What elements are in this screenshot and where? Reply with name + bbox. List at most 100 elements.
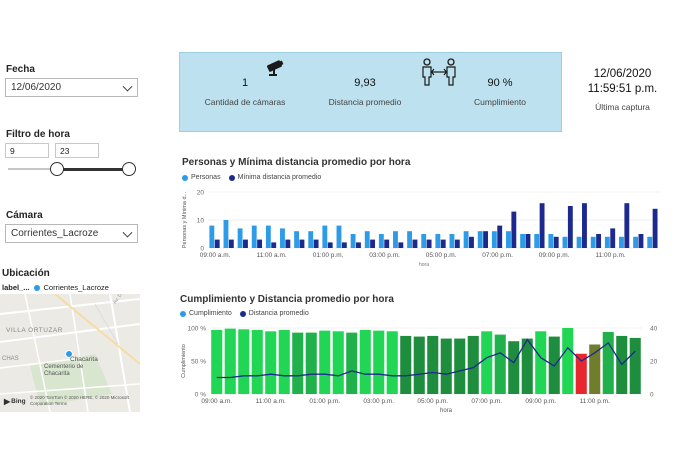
chart1-bar-personas bbox=[548, 234, 554, 248]
chart2-bar-cumplimiento bbox=[359, 329, 371, 394]
chart1-x-tick-label: 09:00 a.m. bbox=[200, 252, 231, 259]
chart2-bar-cumplimiento bbox=[494, 334, 506, 394]
chart1-bar-distancia bbox=[426, 239, 432, 248]
chart2-x-tick-label: 09:00 a.m. bbox=[201, 398, 232, 405]
chart2-legend-item-2[interactable]: Distancia promedio bbox=[239, 310, 309, 317]
chart1-bar-personas bbox=[336, 225, 342, 248]
chart1-bar-distancia bbox=[454, 239, 460, 248]
capture-time: 11:59:51 p.m. bbox=[587, 83, 658, 95]
chart2-bar-cumplimiento bbox=[292, 332, 304, 394]
map-legend-field: label_... bbox=[2, 283, 30, 292]
chart1-bar-distancia bbox=[582, 203, 587, 248]
chart1-x-tick-label: 09:00 p.m. bbox=[539, 252, 570, 259]
date-dropdown[interactable]: 12/06/2020 bbox=[5, 78, 138, 97]
chart1-bar-distancia bbox=[567, 206, 573, 248]
chart2-legend-item-1[interactable]: Cumplimiento bbox=[180, 310, 232, 317]
distance-kpi-value: 9,93 bbox=[354, 77, 376, 89]
chart2-bar-cumplimiento bbox=[386, 331, 398, 394]
chart1-bar-distancia bbox=[257, 239, 263, 248]
chart2-y-axis-label: Cumplimiento bbox=[181, 344, 187, 378]
compliance-kpi-caption: Cumplimiento bbox=[474, 97, 526, 107]
chart1-bar-personas bbox=[393, 231, 398, 248]
chart1-bar-personas bbox=[280, 228, 285, 248]
bing-icon: ▶ bbox=[4, 397, 11, 406]
chart2-x-tick-label: 01:00 p.m. bbox=[309, 398, 340, 405]
chart2-plot[interactable]: 0 %50 %100 %02040Cumplimiento09:00 a.m. 1… bbox=[176, 320, 672, 416]
map-label-cementerio: Cementerio de Chacarita bbox=[44, 364, 84, 377]
chart2-bar-cumplimiento bbox=[575, 353, 587, 394]
camera-dropdown[interactable]: Corrientes_Lacroze bbox=[5, 224, 138, 243]
chart1-bar-personas bbox=[562, 236, 568, 248]
chart1-bar-distancia bbox=[610, 228, 616, 248]
chart2-bar-cumplimiento bbox=[454, 338, 466, 394]
chart1-bar-personas bbox=[590, 236, 596, 248]
chart1-bar-distancia bbox=[356, 242, 361, 248]
chart1-bar-personas bbox=[449, 234, 455, 248]
chart1-bar-distancia bbox=[398, 242, 404, 248]
chart1-y-tick-label: 10 bbox=[197, 218, 205, 225]
chart2-bar-cumplimiento bbox=[562, 328, 574, 394]
chart1-bar-personas bbox=[633, 236, 639, 248]
chart2-bar-cumplimiento bbox=[224, 328, 236, 394]
chart1-bar-distancia bbox=[299, 239, 305, 248]
chart1-bar-distancia bbox=[638, 234, 644, 248]
chart1-bar-personas bbox=[435, 234, 441, 248]
map-legend-dot bbox=[33, 284, 40, 291]
map-label-chas: CHAS bbox=[2, 356, 19, 362]
slider-track-selected bbox=[58, 168, 129, 171]
chart2-bar-cumplimiento bbox=[346, 332, 358, 394]
chart1-x-tick-label: 11:00 a.m. bbox=[256, 252, 286, 259]
chart2-bar-cumplimiento bbox=[265, 331, 277, 394]
chart1-bar-personas bbox=[251, 225, 257, 248]
chart1-bar-distancia bbox=[384, 239, 390, 248]
chart2-bar-cumplimiento bbox=[535, 331, 547, 394]
chart1-bar-distancia bbox=[313, 239, 319, 248]
chart1-bar-distancia bbox=[341, 242, 347, 248]
chart1-y-axis-label: Personas y Mínima d... bbox=[182, 191, 188, 248]
chart1-plot[interactable]: 01020Personas y Mínima d...09:00 a.m. 11:… bbox=[178, 184, 670, 272]
chart2-x-tick-label: 03:00 p.m. bbox=[363, 398, 394, 405]
chart1-bar-distancia bbox=[370, 239, 376, 248]
distance-kpi-caption: Distancia promedio bbox=[328, 97, 402, 107]
chart2-bar-cumplimiento bbox=[427, 335, 439, 394]
map[interactable]: VILLA ORTUZAR CHAS Av. Dorrego Chacarita… bbox=[0, 294, 140, 412]
chevron-down-icon bbox=[122, 227, 133, 238]
map-legend: label_... Corrientes_Lacroze bbox=[2, 283, 109, 292]
chart2-bar-cumplimiento bbox=[589, 344, 601, 394]
chart2-title: Cumplimiento y Distancia promedio por ho… bbox=[180, 294, 394, 305]
chart1-bar-personas bbox=[506, 231, 511, 248]
chart1-bar-personas bbox=[209, 225, 215, 248]
map-label-villa: VILLA ORTUZAR bbox=[6, 327, 63, 334]
chart2-bar-cumplimiento bbox=[413, 336, 425, 394]
chart2-x-tick-label: 11:00 a.m. bbox=[256, 398, 286, 405]
chart2-x-axis-label: hora bbox=[440, 408, 453, 414]
hour-to-input[interactable]: 23 bbox=[55, 143, 99, 158]
chart1-legend: Personas Mínima distancia promedio bbox=[182, 174, 321, 181]
chart1-x-axis-label: hora bbox=[419, 262, 429, 268]
chart2-bar-cumplimiento bbox=[373, 330, 385, 394]
chart1-bar-distancia bbox=[285, 239, 291, 248]
chart1-legend-item-2[interactable]: Mínima distancia promedio bbox=[228, 174, 321, 181]
camera-filter-label: Cámara bbox=[6, 210, 43, 221]
cameras-kpi-value: 1 bbox=[241, 77, 249, 89]
chart1-bar-personas bbox=[322, 225, 328, 248]
cctv-camera-icon bbox=[265, 58, 287, 81]
chart1-x-tick-label: 03:00 p.m. bbox=[369, 252, 400, 259]
camera-value: Corrientes_Lacroze bbox=[11, 228, 99, 239]
compliance-kpi-value: 90 % bbox=[487, 77, 513, 89]
chart1-bar-personas bbox=[463, 231, 469, 248]
chart1-legend-item-1[interactable]: Personas bbox=[182, 174, 221, 181]
chart1-bar-personas bbox=[421, 234, 427, 248]
kpi-panel bbox=[179, 52, 562, 132]
bing-logo: ▶ Bing bbox=[4, 397, 26, 406]
chart1-x-tick-label: 01:00 p.m. bbox=[313, 252, 344, 259]
slider-handle-from[interactable] bbox=[50, 162, 64, 176]
hour-from-input[interactable]: 9 bbox=[5, 143, 49, 158]
chart1-bar-distancia bbox=[483, 231, 489, 248]
chart1-bar-personas bbox=[378, 234, 384, 248]
chart1-x-tick-label: 07:00 p.m. bbox=[482, 252, 513, 259]
hour-filter-label: Filtro de hora bbox=[6, 129, 70, 140]
slider-handle-to[interactable] bbox=[122, 162, 136, 176]
chart1-x-tick-label: 05:00 p.m. bbox=[426, 252, 457, 259]
chart1-bar-personas bbox=[265, 225, 271, 248]
